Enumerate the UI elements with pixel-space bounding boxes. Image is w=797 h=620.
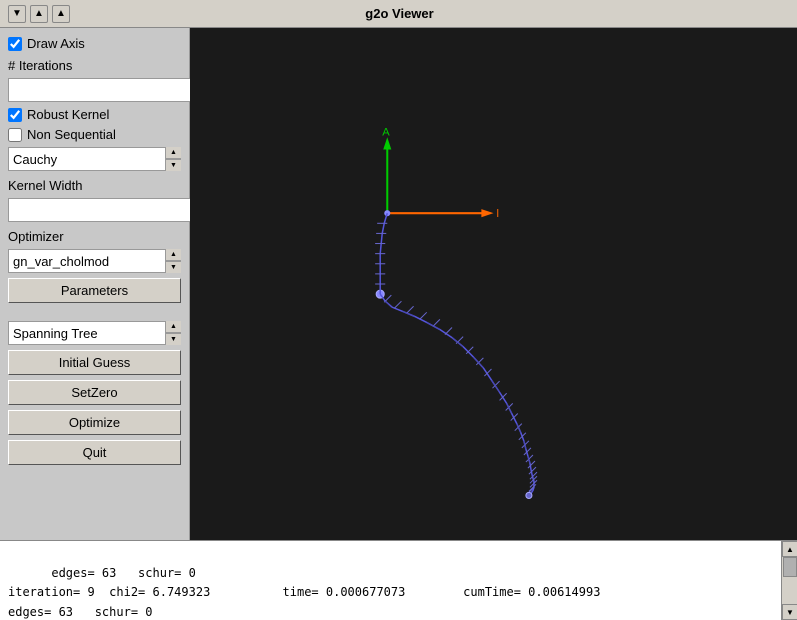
trajectory xyxy=(375,213,537,498)
main-layout: Draw Axis # Iterations 10 ▲ ▼ Robust Ker… xyxy=(0,28,797,620)
draw-axis-checkbox[interactable] xyxy=(8,37,22,51)
initial-guess-button[interactable]: Initial Guess xyxy=(8,350,181,375)
scroll-thumb[interactable] xyxy=(783,557,797,577)
separator-1 xyxy=(8,308,181,316)
robust-kernel-label: Robust Kernel xyxy=(27,107,109,122)
optimize-button[interactable]: Optimize xyxy=(8,410,181,435)
robust-kernel-row: Robust Kernel xyxy=(8,107,181,122)
robust-kernel-checkbox[interactable] xyxy=(8,108,22,122)
title-bar-controls[interactable]: ▼ ▲ ▲ xyxy=(8,5,70,23)
svg-text:l: l xyxy=(497,208,499,220)
svg-text:A: A xyxy=(382,126,390,138)
kernel-width-input[interactable]: 1.0 xyxy=(8,198,193,222)
cauchy-select[interactable]: Cauchy Huber DCS Fair xyxy=(8,147,181,171)
spanning-tree-arrows[interactable]: ▲ ▼ xyxy=(165,321,181,345)
optimizer-down[interactable]: ▼ xyxy=(166,261,181,273)
optimizer-label: Optimizer xyxy=(8,229,181,244)
status-scrollbar[interactable]: ▲ ▼ xyxy=(781,541,797,620)
title-btn-1[interactable]: ▼ xyxy=(8,5,26,23)
content-area: Draw Axis # Iterations 10 ▲ ▼ Robust Ker… xyxy=(0,28,797,540)
cauchy-down[interactable]: ▼ xyxy=(166,159,181,171)
iterations-input[interactable]: 10 xyxy=(8,78,193,102)
visualization-canvas: A l xyxy=(190,28,797,540)
title-bar: ▼ ▲ ▲ g2o Viewer xyxy=(0,0,797,28)
spanning-tree-select-wrapper[interactable]: Spanning Tree ▲ ▼ xyxy=(8,321,181,345)
non-sequential-row: Non Sequential xyxy=(8,127,181,142)
spanning-tree-down[interactable]: ▼ xyxy=(166,333,181,345)
non-sequential-label: Non Sequential xyxy=(27,127,116,142)
scroll-track xyxy=(782,557,797,604)
parameters-button[interactable]: Parameters xyxy=(8,278,181,303)
optimizer-select[interactable]: gn_var_cholmod gn_var lm_var lm_var_chol… xyxy=(8,249,181,273)
status-text: edges= 63 schur= 0 iteration= 9 chi2= 6.… xyxy=(0,541,781,620)
cauchy-up[interactable]: ▲ xyxy=(166,147,181,159)
scroll-down-button[interactable]: ▼ xyxy=(782,604,797,620)
cauchy-select-wrapper[interactable]: Cauchy Huber DCS Fair ▲ ▼ xyxy=(8,147,181,171)
kernel-width-spinner[interactable]: 1.0 ▲ ▼ xyxy=(8,198,181,222)
setzero-button[interactable]: SetZero xyxy=(8,380,181,405)
title-btn-3[interactable]: ▲ xyxy=(52,5,70,23)
status-line3: edges= 63 schur= 0 xyxy=(8,605,153,619)
title-btn-2[interactable]: ▲ xyxy=(30,5,48,23)
quit-button[interactable]: Quit xyxy=(8,440,181,465)
iterations-spinner[interactable]: 10 ▲ ▼ xyxy=(8,78,181,102)
optimizer-up[interactable]: ▲ xyxy=(166,249,181,261)
draw-axis-row: Draw Axis xyxy=(8,36,181,51)
canvas-area: A l xyxy=(190,28,797,540)
window-title: g2o Viewer xyxy=(365,6,433,21)
non-sequential-checkbox[interactable] xyxy=(8,128,22,142)
iterations-label: # Iterations xyxy=(8,58,181,73)
optimizer-select-wrapper[interactable]: gn_var_cholmod gn_var lm_var lm_var_chol… xyxy=(8,249,181,273)
status-line2: iteration= 9 chi2= 6.749323 time= 0.0006… xyxy=(8,585,600,599)
scroll-up-button[interactable]: ▲ xyxy=(782,541,797,557)
cauchy-arrows[interactable]: ▲ ▼ xyxy=(165,147,181,171)
status-bar: edges= 63 schur= 0 iteration= 9 chi2= 6.… xyxy=(0,540,797,620)
sidebar: Draw Axis # Iterations 10 ▲ ▼ Robust Ker… xyxy=(0,28,190,540)
spanning-tree-select[interactable]: Spanning Tree xyxy=(8,321,181,345)
kernel-width-label: Kernel Width xyxy=(8,178,181,193)
optimizer-arrows[interactable]: ▲ ▼ xyxy=(165,249,181,273)
status-line1: edges= 63 schur= 0 xyxy=(51,566,196,580)
spanning-tree-up[interactable]: ▲ xyxy=(166,321,181,333)
draw-axis-label: Draw Axis xyxy=(27,36,85,51)
